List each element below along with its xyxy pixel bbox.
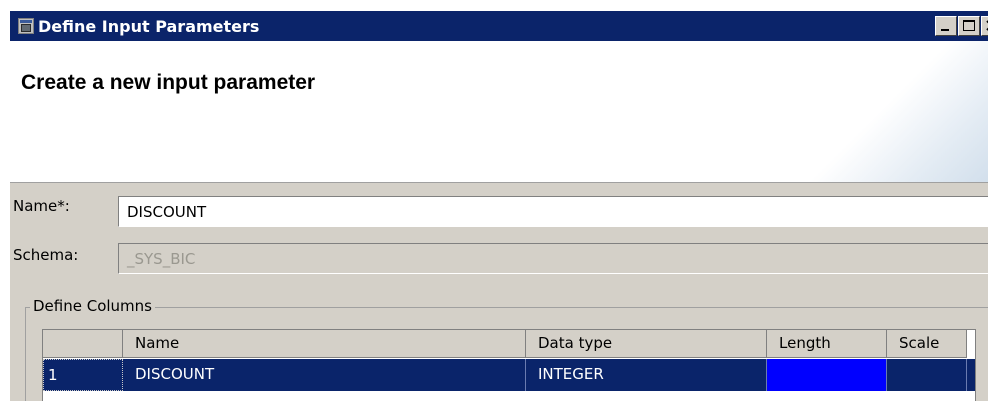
define-input-parameters-dialog: Define Input Parameters Create a new inp… — [10, 11, 988, 401]
schema-label: Schema: — [13, 246, 79, 264]
define-columns-legend: Define Columns — [30, 297, 155, 315]
window-title: Define Input Parameters — [38, 17, 260, 36]
schema-field: _SYS_BIC — [118, 243, 988, 274]
header-scale[interactable]: Scale — [887, 330, 967, 358]
header-row-number[interactable] — [43, 330, 123, 358]
page-title: Create a new input parameter — [21, 71, 316, 94]
maximize-icon — [963, 20, 975, 31]
row-number-cell[interactable]: 1 — [43, 359, 123, 391]
name-field[interactable]: DISCOUNT — [118, 196, 988, 227]
data-type-cell[interactable]: INTEGER — [526, 359, 767, 391]
name-cell[interactable]: DISCOUNT — [123, 359, 526, 391]
close-icon — [986, 20, 988, 31]
header-length[interactable]: Length — [767, 330, 887, 358]
maximize-button[interactable] — [958, 16, 980, 36]
header-data-type[interactable]: Data type — [526, 330, 767, 358]
header-name[interactable]: Name — [123, 330, 526, 358]
wizard-banner: Create a new input parameter — [10, 41, 988, 183]
close-button[interactable] — [981, 16, 988, 36]
scale-cell[interactable] — [887, 359, 967, 391]
table-row[interactable]: 1 DISCOUNT INTEGER — [43, 359, 975, 391]
name-label: Name*: — [13, 197, 70, 215]
minimize-button[interactable] — [935, 16, 957, 36]
minimize-icon — [941, 29, 949, 31]
app-window-icon — [18, 18, 34, 34]
columns-table[interactable]: Name Data type Length Scale 1 DISCOUNT I… — [42, 329, 976, 401]
length-cell[interactable] — [767, 359, 887, 391]
title-bar[interactable]: Define Input Parameters — [10, 11, 988, 41]
